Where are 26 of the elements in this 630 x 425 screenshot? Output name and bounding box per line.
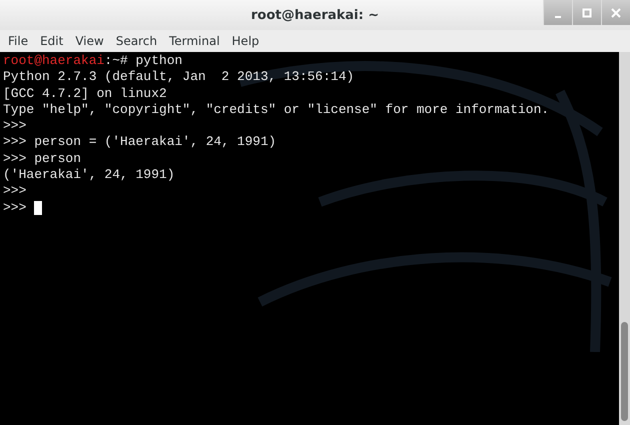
output-line: >>> person [3, 150, 82, 168]
output-line: ('Haerakai', 24, 1991) [3, 167, 175, 184]
maximize-button[interactable] [572, 0, 601, 25]
minimize-button[interactable] [543, 0, 572, 25]
close-icon [611, 8, 621, 18]
output-line: [GCC 4.7.2] on linux2 [3, 86, 167, 102]
prompt-command: :~# python [104, 53, 182, 70]
scrollbar-thumb[interactable] [621, 322, 628, 421]
menu-item[interactable]: Edit [34, 34, 70, 48]
output-line: Type "help", "copyright", "credits" or "license" for more information. [3, 102, 550, 118]
window-title: root@haerakai: ~ [250, 8, 379, 22]
maximize-icon [582, 8, 592, 18]
output-line: >>> [3, 118, 26, 134]
prompt-user-host: root@haerakai [3, 53, 104, 70]
scrollbar[interactable] [619, 52, 630, 425]
close-button[interactable] [601, 0, 630, 25]
menu-item[interactable]: Search [110, 34, 164, 48]
menu-item[interactable]: View [69, 34, 110, 48]
output-line: Python 2.7.3 (default, Jan 2 2013, 13:56:14) [3, 69, 354, 86]
menu-item[interactable]: File [2, 34, 34, 48]
menu-item[interactable]: Help [226, 34, 266, 48]
menu-item[interactable]: Terminal [163, 34, 226, 48]
output-line: >>> person = ('Haerakai', 24, 1991) [3, 134, 276, 151]
minimize-icon [555, 16, 561, 18]
input-prompt: >>> [3, 200, 26, 216]
output-line: >>> [3, 183, 26, 200]
